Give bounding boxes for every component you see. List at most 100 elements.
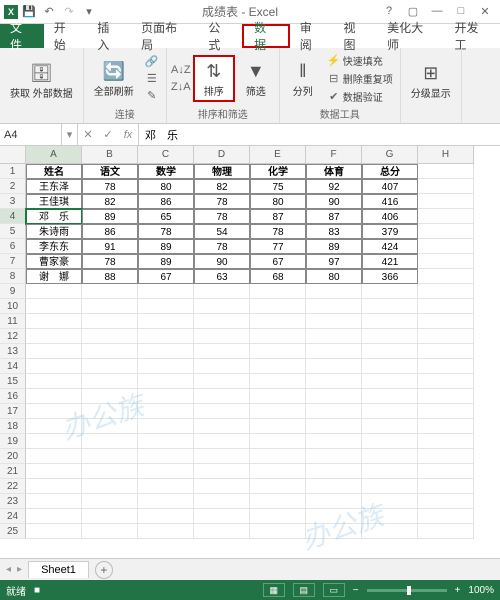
cell[interactable] bbox=[362, 329, 418, 344]
zoom-slider[interactable] bbox=[367, 589, 447, 592]
cell[interactable] bbox=[362, 374, 418, 389]
cell[interactable] bbox=[194, 284, 250, 299]
cell[interactable] bbox=[194, 329, 250, 344]
tab-formulas[interactable]: 公式 bbox=[198, 24, 242, 48]
spreadsheet-grid[interactable]: ABCDEFGH 1234567891011121314151617181920… bbox=[0, 146, 500, 556]
cell[interactable] bbox=[362, 404, 418, 419]
cell[interactable] bbox=[26, 479, 82, 494]
macro-record-button[interactable]: ■ bbox=[34, 585, 40, 596]
remove-duplicates-button[interactable]: ⊟删除重复项 bbox=[324, 70, 396, 87]
cell[interactable]: 89 bbox=[306, 239, 362, 254]
cell[interactable] bbox=[194, 359, 250, 374]
cell[interactable] bbox=[362, 464, 418, 479]
cell[interactable] bbox=[250, 494, 306, 509]
cell[interactable] bbox=[418, 299, 474, 314]
tab-insert[interactable]: 插入 bbox=[87, 24, 131, 48]
view-pagelayout-button[interactable]: ▤ bbox=[293, 583, 315, 597]
sort-asc-button[interactable]: A↓Z bbox=[171, 62, 191, 78]
cell[interactable] bbox=[418, 449, 474, 464]
cell[interactable]: 82 bbox=[82, 194, 138, 209]
add-sheet-button[interactable]: + bbox=[95, 561, 113, 579]
cell[interactable]: 谢 娜 bbox=[26, 269, 82, 284]
cell[interactable]: 82 bbox=[194, 179, 250, 194]
cell[interactable] bbox=[250, 299, 306, 314]
cell[interactable]: 78 bbox=[194, 209, 250, 224]
cell[interactable] bbox=[250, 449, 306, 464]
get-external-data-button[interactable]: 🗄 获取 外部数据 bbox=[4, 59, 79, 102]
tab-layout[interactable]: 页面布局 bbox=[131, 24, 198, 48]
cell[interactable] bbox=[250, 479, 306, 494]
col-header[interactable]: A bbox=[26, 146, 82, 164]
cell[interactable] bbox=[82, 389, 138, 404]
cell[interactable] bbox=[362, 299, 418, 314]
cell[interactable] bbox=[418, 314, 474, 329]
cell[interactable] bbox=[306, 524, 362, 539]
tab-beautify[interactable]: 美化大师 bbox=[377, 24, 444, 48]
cell[interactable]: 67 bbox=[250, 254, 306, 269]
cell[interactable]: 75 bbox=[250, 179, 306, 194]
cell[interactable]: 物理 bbox=[194, 164, 250, 179]
cell[interactable]: 421 bbox=[362, 254, 418, 269]
sort-desc-button[interactable]: Z↓A bbox=[171, 79, 191, 95]
cell[interactable]: 416 bbox=[362, 194, 418, 209]
edit-links-button[interactable]: ✎ bbox=[142, 87, 162, 103]
view-pagebreak-button[interactable]: ▭ bbox=[323, 583, 345, 597]
cell[interactable] bbox=[418, 419, 474, 434]
cell[interactable] bbox=[418, 524, 474, 539]
cell[interactable] bbox=[418, 359, 474, 374]
save-button[interactable]: 💾 bbox=[20, 3, 38, 21]
cell[interactable] bbox=[250, 419, 306, 434]
refresh-all-button[interactable]: 🔄 全部刷新 bbox=[88, 57, 140, 100]
cell[interactable] bbox=[306, 464, 362, 479]
row-header[interactable]: 21 bbox=[0, 464, 26, 479]
cell[interactable]: 80 bbox=[250, 194, 306, 209]
cell[interactable]: 78 bbox=[82, 179, 138, 194]
cell[interactable]: 83 bbox=[306, 224, 362, 239]
cell[interactable] bbox=[194, 404, 250, 419]
cell[interactable] bbox=[138, 464, 194, 479]
cell[interactable]: 姓名 bbox=[26, 164, 82, 179]
cell[interactable]: 77 bbox=[250, 239, 306, 254]
cell[interactable] bbox=[194, 389, 250, 404]
row-header[interactable]: 7 bbox=[0, 254, 26, 269]
cell[interactable]: 68 bbox=[250, 269, 306, 284]
cell[interactable]: 数学 bbox=[138, 164, 194, 179]
row-header[interactable]: 19 bbox=[0, 434, 26, 449]
cell[interactable] bbox=[306, 509, 362, 524]
cell[interactable] bbox=[194, 314, 250, 329]
cell[interactable] bbox=[306, 389, 362, 404]
cell[interactable] bbox=[138, 374, 194, 389]
row-header[interactable]: 12 bbox=[0, 329, 26, 344]
cell[interactable]: 王佳琪 bbox=[26, 194, 82, 209]
flash-fill-button[interactable]: ⚡快速填充 bbox=[324, 52, 396, 69]
cell[interactable] bbox=[362, 284, 418, 299]
cell[interactable] bbox=[306, 494, 362, 509]
cell[interactable] bbox=[418, 389, 474, 404]
cell[interactable] bbox=[82, 299, 138, 314]
col-header[interactable]: D bbox=[194, 146, 250, 164]
cell[interactable] bbox=[138, 419, 194, 434]
cell[interactable] bbox=[138, 359, 194, 374]
cell[interactable]: 80 bbox=[306, 269, 362, 284]
cell[interactable] bbox=[362, 479, 418, 494]
cell[interactable] bbox=[362, 434, 418, 449]
cell[interactable]: 91 bbox=[82, 239, 138, 254]
tab-data[interactable]: 数据 bbox=[242, 24, 290, 48]
connections-button[interactable]: 🔗 bbox=[142, 53, 162, 69]
cell[interactable] bbox=[82, 434, 138, 449]
cell[interactable] bbox=[138, 404, 194, 419]
sheet-nav-next[interactable]: ▸ bbox=[17, 564, 22, 575]
cell[interactable] bbox=[194, 434, 250, 449]
cell[interactable] bbox=[138, 344, 194, 359]
row-header[interactable]: 5 bbox=[0, 224, 26, 239]
col-header[interactable]: E bbox=[250, 146, 306, 164]
cell[interactable] bbox=[26, 299, 82, 314]
row-header[interactable]: 14 bbox=[0, 359, 26, 374]
cell[interactable]: 78 bbox=[194, 194, 250, 209]
cell[interactable] bbox=[82, 464, 138, 479]
cell[interactable]: 体育 bbox=[306, 164, 362, 179]
cell[interactable] bbox=[362, 494, 418, 509]
cell[interactable] bbox=[362, 314, 418, 329]
tab-review[interactable]: 审阅 bbox=[290, 24, 334, 48]
cell[interactable] bbox=[138, 449, 194, 464]
